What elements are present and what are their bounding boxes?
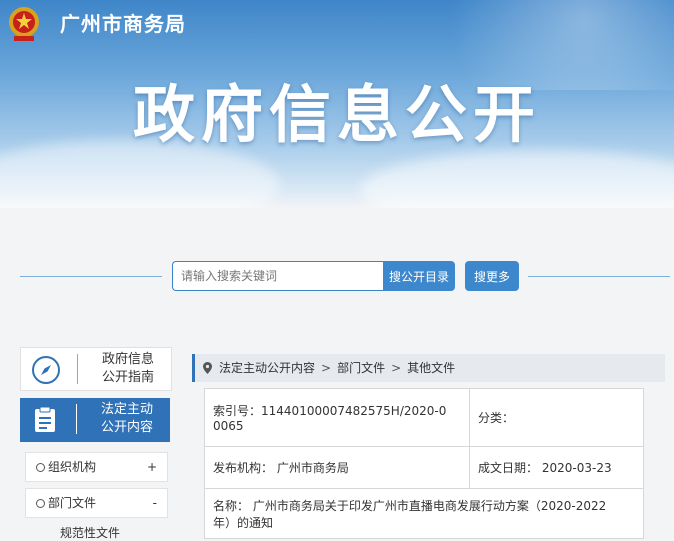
collapse-icon[interactable]: - (153, 489, 157, 517)
breadcrumb-items: 法定主动公开内容 > 部门文件 > 其他文件 (219, 354, 455, 382)
separator (77, 354, 78, 384)
name-value: 广州市商务局关于印发广州市直播电商发展行动方案（2020-2022 (252, 498, 607, 513)
breadcrumb: 法定主动公开内容 > 部门文件 > 其他文件 (192, 354, 665, 382)
bullet-icon (36, 499, 45, 508)
search-catalog-button[interactable]: 搜公开目录 (383, 261, 455, 291)
page-title: 政府信息公开 (132, 78, 541, 151)
index-value-cont: 0065 (213, 419, 244, 433)
table-row: 发布机构： 广州市商务局 成文日期： 2020-03-23 (204, 446, 644, 489)
publisher-cell: 发布机构： 广州市商务局 (204, 446, 470, 489)
category-cell: 分类： (469, 388, 644, 447)
name-value-cont: 年）的通知 (213, 515, 274, 530)
publisher-value: 广州市商务局 (276, 461, 349, 475)
name-cell: 名称： 广州市商务局关于印发广州市直播电商发展行动方案（2020-2022 年）… (204, 488, 644, 539)
date-cell: 成文日期： 2020-03-23 (469, 446, 644, 489)
table-row: 索引号：11440100007482575H/2020-0 0065 分类： (204, 388, 644, 447)
breadcrumb-item[interactable]: 法定主动公开内容 (219, 361, 315, 375)
index-label: 索引号： (213, 404, 262, 418)
national-emblem-icon (9, 7, 39, 41)
sidebar-content-label-line1: 法定主动 (100, 402, 153, 417)
divider-line (20, 276, 162, 277)
separator (76, 404, 77, 434)
name-label: 名称： (213, 498, 250, 513)
table-row: 名称： 广州市商务局关于印发广州市直播电商发展行动方案（2020-2022 年）… (204, 488, 644, 539)
breadcrumb-item[interactable]: 其他文件 (407, 361, 455, 375)
document-info-table: 索引号：11440100007482575H/2020-0 0065 分类： 发… (204, 388, 644, 539)
location-pin-icon (203, 362, 212, 374)
sidebar-content-label-line2: 公开内容 (100, 420, 153, 435)
sidebar-item-organization[interactable]: 组织机构 + (25, 452, 168, 482)
date-label: 成文日期： (478, 461, 539, 475)
date-value: 2020-03-23 (541, 461, 612, 475)
bullet-icon (36, 463, 45, 472)
sidebar-guide-label: 政府信息 公开指南 (87, 351, 169, 387)
expand-icon[interactable]: + (147, 453, 157, 481)
header-banner: 广州市商务局 政府信息公开 (0, 0, 674, 208)
publisher-label: 发布机构： (213, 461, 274, 475)
document-list-icon (35, 406, 55, 432)
divider-line (528, 276, 670, 277)
sidebar-content-label: 法定主动 公开内容 (86, 401, 168, 437)
sidebar-guide-label-line2: 公开指南 (101, 370, 154, 385)
index-cell: 索引号：11440100007482575H/2020-0 0065 (204, 388, 470, 447)
sidebar-guide-label-line1: 政府信息 (101, 352, 154, 367)
chevron-right-icon: > (321, 361, 332, 375)
search-more-button[interactable]: 搜更多 (465, 261, 519, 291)
sidebar-item-label: 组织机构 (48, 460, 97, 474)
search-input[interactable] (172, 261, 383, 291)
sidebar-item-guide[interactable]: 政府信息 公开指南 (20, 347, 172, 391)
index-value: 11440100007482575H/2020-0 (261, 404, 447, 418)
site-name[interactable]: 广州市商务局 (60, 8, 186, 37)
sidebar-subitem-normative-docs[interactable]: 规范性文件 (60, 524, 120, 541)
chevron-right-icon: > (391, 361, 402, 375)
banner-cloud (360, 150, 674, 208)
compass-icon (32, 356, 60, 384)
sidebar-item-mandatory-content[interactable]: 法定主动 公开内容 (20, 398, 170, 442)
sidebar-item-label: 部门文件 (48, 496, 97, 510)
category-label: 分类： (478, 411, 515, 425)
sidebar-item-department-docs[interactable]: 部门文件 - (25, 488, 168, 518)
breadcrumb-item[interactable]: 部门文件 (337, 361, 385, 375)
